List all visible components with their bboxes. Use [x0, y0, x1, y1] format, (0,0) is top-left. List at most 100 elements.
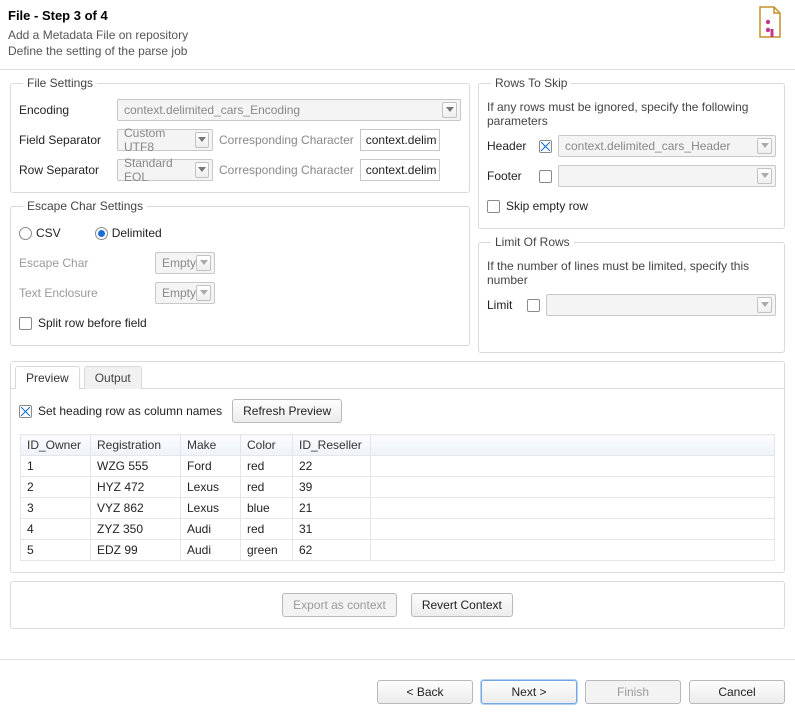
table-row[interactable]: 1WZG 555Fordred22: [21, 456, 775, 477]
table-cell-spacer: [371, 477, 775, 498]
table-row[interactable]: 4ZYZ 350Audired31: [21, 519, 775, 540]
delimited-radio-label: Delimited: [112, 226, 162, 240]
cancel-button[interactable]: Cancel: [689, 680, 785, 704]
column-header[interactable]: ID_Owner: [21, 435, 91, 456]
chevron-down-icon: [195, 162, 209, 178]
column-header[interactable]: Registration: [91, 435, 181, 456]
file-schema-icon: [757, 6, 783, 38]
table-cell: Audi: [181, 519, 241, 540]
footer-label: Footer: [487, 169, 533, 183]
table-cell-spacer: [371, 498, 775, 519]
table-row[interactable]: 2HYZ 472Lexusred39: [21, 477, 775, 498]
limit-value-combo[interactable]: [546, 294, 776, 316]
split-row-label: Split row before field: [38, 316, 147, 330]
tab-preview[interactable]: Preview: [15, 366, 80, 389]
table-cell: ZYZ 350: [91, 519, 181, 540]
escape-char-value: Empty: [162, 256, 196, 270]
context-bar: Export as context Revert Context: [10, 581, 785, 629]
tab-output[interactable]: Output: [84, 366, 142, 389]
encoding-label: Encoding: [19, 103, 111, 117]
back-button[interactable]: < Back: [377, 680, 473, 704]
table-cell: Ford: [181, 456, 241, 477]
split-row-checkbox[interactable]: Split row before field: [19, 316, 147, 330]
header-value-combo[interactable]: context.delimited_cars_Header: [558, 135, 776, 157]
table-row[interactable]: 5EDZ 99Audigreen62: [21, 540, 775, 561]
column-header[interactable]: ID_Reseller: [293, 435, 371, 456]
footer-checkbox[interactable]: [539, 170, 552, 183]
field-separator-value: Custom UTF8: [124, 126, 195, 154]
text-enclosure-combo[interactable]: Empty: [155, 282, 215, 304]
finish-button[interactable]: Finish: [585, 680, 681, 704]
table-cell: 4: [21, 519, 91, 540]
header-checkbox[interactable]: [539, 140, 552, 153]
header-value: context.delimited_cars_Header: [565, 139, 730, 153]
file-settings-group: File Settings Encoding context.delimited…: [10, 76, 470, 193]
row-corr-label: Corresponding Character: [219, 163, 354, 177]
table-cell: Lexus: [181, 477, 241, 498]
table-cell: WZG 555: [91, 456, 181, 477]
csv-radio[interactable]: CSV: [19, 226, 61, 240]
table-cell: 5: [21, 540, 91, 561]
row-separator-label: Row Separator: [19, 163, 111, 177]
limit-checkbox[interactable]: [527, 299, 540, 312]
preview-table[interactable]: ID_OwnerRegistrationMakeColorID_Reseller…: [20, 434, 775, 561]
rows-to-skip-legend: Rows To Skip: [491, 76, 571, 90]
table-row[interactable]: 3VYZ 862Lexusblue21: [21, 498, 775, 519]
encoding-combo[interactable]: context.delimited_cars_Encoding: [117, 99, 461, 121]
escape-char-legend: Escape Char Settings: [23, 199, 147, 213]
page-subtitle-2: Define the setting of the parse job: [8, 43, 783, 59]
table-cell: red: [241, 519, 293, 540]
escape-char-combo[interactable]: Empty: [155, 252, 215, 274]
export-as-context-button[interactable]: Export as context: [282, 593, 397, 617]
page-title: File - Step 3 of 4: [8, 8, 783, 23]
table-cell: red: [241, 456, 293, 477]
table-cell: 21: [293, 498, 371, 519]
row-separator-combo[interactable]: Standard EOL: [117, 159, 213, 181]
table-cell: red: [241, 477, 293, 498]
heading-row-checkbox[interactable]: Set heading row as column names: [19, 404, 222, 418]
field-separator-char[interactable]: context.delim: [360, 129, 440, 151]
footer-divider: [0, 659, 795, 660]
limit-help: If the number of lines must be limited, …: [487, 259, 776, 287]
table-cell: 39: [293, 477, 371, 498]
refresh-preview-button[interactable]: Refresh Preview: [232, 399, 342, 423]
table-cell: Lexus: [181, 498, 241, 519]
skip-empty-checkbox[interactable]: Skip empty row: [487, 199, 588, 213]
rows-to-skip-group: Rows To Skip If any rows must be ignored…: [478, 76, 785, 229]
table-cell-spacer: [371, 456, 775, 477]
wizard-header: File - Step 3 of 4 Add a Metadata File o…: [0, 0, 795, 63]
row-separator-char[interactable]: context.delim: [360, 159, 440, 181]
skip-empty-label: Skip empty row: [506, 199, 588, 213]
field-separator-label: Field Separator: [19, 133, 111, 147]
limit-of-rows-group: Limit Of Rows If the number of lines mus…: [478, 235, 785, 353]
table-cell: HYZ 472: [91, 477, 181, 498]
column-header[interactable]: Color: [241, 435, 293, 456]
next-button[interactable]: Next >: [481, 680, 577, 704]
field-separator-combo[interactable]: Custom UTF8: [117, 129, 213, 151]
preview-panel: Preview Output Set heading row as column…: [10, 361, 785, 573]
table-cell: green: [241, 540, 293, 561]
table-cell: blue: [241, 498, 293, 519]
revert-context-button[interactable]: Revert Context: [411, 593, 513, 617]
table-cell: 2: [21, 477, 91, 498]
table-cell: VYZ 862: [91, 498, 181, 519]
delimited-radio[interactable]: Delimited: [95, 226, 162, 240]
column-header[interactable]: Make: [181, 435, 241, 456]
heading-row-label: Set heading row as column names: [38, 404, 222, 418]
table-cell: 1: [21, 456, 91, 477]
encoding-value: context.delimited_cars_Encoding: [124, 103, 300, 117]
table-cell: 22: [293, 456, 371, 477]
chevron-down-icon: [196, 285, 211, 301]
limit-legend: Limit Of Rows: [491, 235, 574, 249]
rows-to-skip-help: If any rows must be ignored, specify the…: [487, 100, 776, 128]
footer-value-combo[interactable]: [558, 165, 776, 187]
escape-char-label: Escape Char: [19, 256, 149, 270]
row-separator-value: Standard EOL: [124, 156, 195, 184]
text-enclosure-label: Text Enclosure: [19, 286, 149, 300]
chevron-down-icon: [195, 132, 209, 148]
chevron-down-icon: [196, 255, 211, 271]
table-cell: Audi: [181, 540, 241, 561]
preview-tabs: Preview Output: [11, 362, 784, 389]
escape-char-group: Escape Char Settings CSV Delimited Escap…: [10, 199, 470, 346]
page-subtitle-1: Add a Metadata File on repository: [8, 27, 783, 43]
